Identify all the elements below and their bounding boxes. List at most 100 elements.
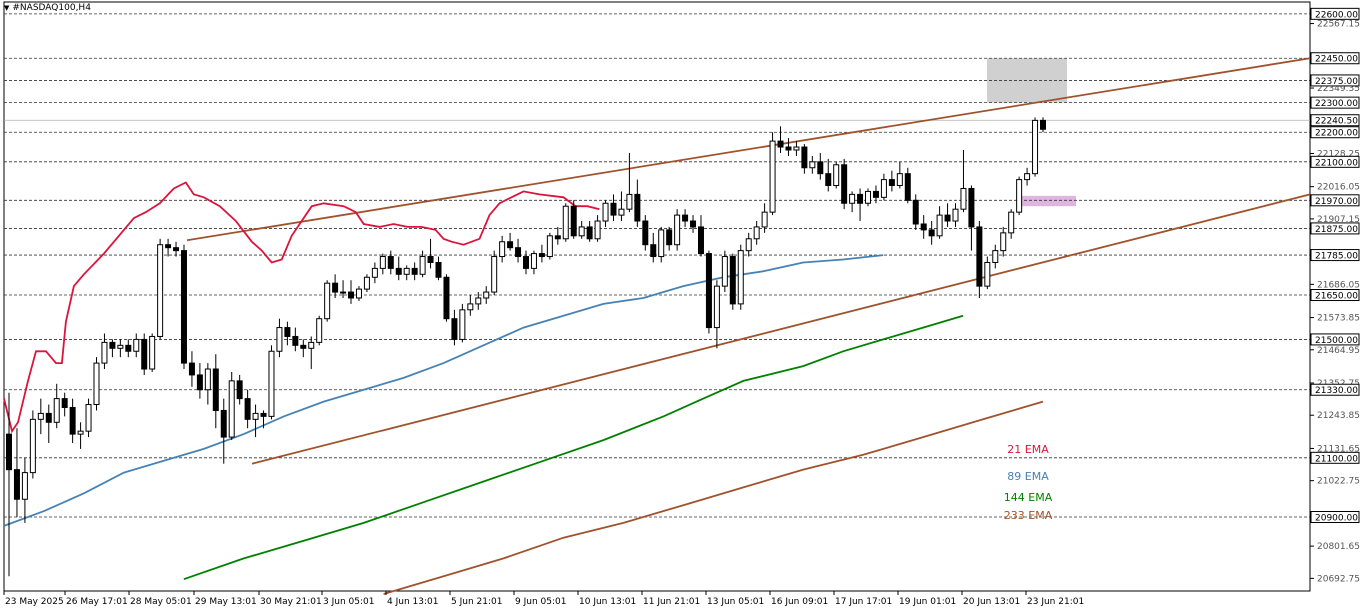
candle-body [745, 238, 752, 252]
candle-body [173, 247, 180, 252]
candle-body [292, 335, 299, 346]
candle-body [952, 208, 959, 222]
y-tick-label: 21686.05 [1317, 280, 1360, 290]
candle-body [149, 335, 156, 370]
candle-body [594, 220, 601, 240]
dropdown-triangle-icon[interactable]: ▼ [4, 4, 9, 12]
x-tick-label: 29 May 13:01 [195, 597, 257, 607]
x-tick-label: 23 May 2025 [5, 597, 64, 607]
candle-body [936, 214, 943, 237]
candle-body [650, 244, 657, 258]
candle-body [753, 226, 760, 240]
ema-line-233-ema [383, 400, 1044, 595]
candle-body [188, 362, 195, 376]
x-tick-label: 26 May 17:01 [66, 597, 128, 607]
x-tick-label: 11 Jun 21:01 [643, 597, 700, 607]
candle-body [801, 146, 808, 169]
ema-line-144-ema [183, 314, 964, 581]
candle-body [857, 193, 864, 204]
symbol-text: #NASDAQ100,H4 [12, 3, 91, 13]
candle-body [196, 374, 203, 391]
candle-body [77, 430, 84, 435]
candle-body [666, 229, 673, 246]
candle-body [1040, 119, 1046, 130]
price-chart[interactable]: 22567.1522349.3522128.2522016.0521907.15… [0, 0, 1362, 611]
candle-body [729, 256, 736, 305]
candle-body [538, 253, 545, 258]
candle-body [992, 250, 999, 263]
candle-body [1000, 232, 1007, 252]
candle-body [467, 303, 474, 311]
candle-body [268, 350, 275, 417]
candle-body [403, 267, 410, 275]
candle-body [705, 253, 712, 329]
candle-body [809, 161, 816, 169]
candle-body [141, 338, 148, 370]
candle-body [419, 256, 426, 275]
candle-body [45, 412, 52, 423]
candle-body [554, 235, 561, 240]
candle-body [610, 202, 617, 216]
candle-body [379, 256, 386, 269]
candle-body [220, 409, 227, 438]
legend-item: 89 EMA [1007, 470, 1049, 483]
candle-body [284, 327, 291, 337]
x-tick-label: 9 Jun 05:01 [515, 597, 566, 607]
y-tick-label: 21243.85 [1317, 411, 1360, 421]
y-tick-label: 21573.85 [1317, 314, 1360, 324]
candle-body [674, 214, 681, 246]
candle-body [896, 173, 903, 187]
candle-body [435, 261, 442, 278]
level-label: 20900.00 [1315, 514, 1358, 524]
candle-body [865, 190, 872, 204]
x-tick-label: 30 May 21:01 [260, 597, 322, 607]
x-tick-label: 5 Jun 21:01 [451, 597, 502, 607]
candle-body [944, 214, 951, 222]
candle-body [316, 318, 323, 343]
candle-body [491, 256, 498, 293]
x-tick-label: 4 Jun 13:01 [387, 597, 438, 607]
candle-body [984, 261, 991, 287]
candle-body [928, 229, 935, 237]
candle-body [1024, 173, 1031, 181]
ema-line-21-ema [3, 181, 600, 434]
x-tick-label: 28 May 05:01 [130, 597, 192, 607]
candle-body [960, 187, 967, 210]
lower-trendline[interactable] [251, 193, 1311, 465]
candle-body [109, 341, 116, 349]
x-tick-label: 3 Jun 05:01 [323, 597, 374, 607]
y-tick-label: 20801.65 [1317, 542, 1360, 552]
candle-body [1008, 211, 1015, 234]
candle-body [165, 244, 172, 249]
level-label: 21875.00 [1315, 225, 1358, 235]
level-label: 22300.00 [1315, 99, 1358, 109]
legend-item: 144 EMA [1004, 491, 1053, 504]
candle-body [785, 146, 792, 151]
candle-body [6, 433, 12, 471]
candle-body [880, 179, 887, 198]
x-tick-label: 17 Jun 17:01 [835, 597, 892, 607]
x-tick-label: 16 Jun 09:01 [771, 597, 828, 607]
candle-body [427, 256, 434, 263]
candle-body [546, 235, 553, 258]
y-tick-label: 22016.05 [1317, 183, 1360, 193]
candle-body [101, 341, 108, 364]
candle-body [737, 250, 744, 305]
candle-body [451, 318, 458, 340]
x-tick-label: 19 Jun 01:01 [899, 597, 956, 607]
level-label: 21650.00 [1315, 292, 1358, 302]
candle-body [125, 344, 132, 352]
candle-body [634, 193, 641, 222]
candle-body [872, 190, 879, 198]
candle-body [395, 267, 402, 275]
candle-body [69, 406, 76, 435]
candle-body [236, 380, 243, 400]
legend-item: 233 EMA [1004, 509, 1053, 522]
current-price-label: 22240.50 [1315, 117, 1358, 127]
y-tick-label: 21022.75 [1317, 477, 1360, 487]
candle-body [562, 205, 569, 240]
symbol-label: ▼ #NASDAQ100,H4 [4, 3, 91, 13]
candle-body [157, 244, 164, 337]
candle-body [912, 199, 919, 225]
candle-body [363, 276, 370, 290]
